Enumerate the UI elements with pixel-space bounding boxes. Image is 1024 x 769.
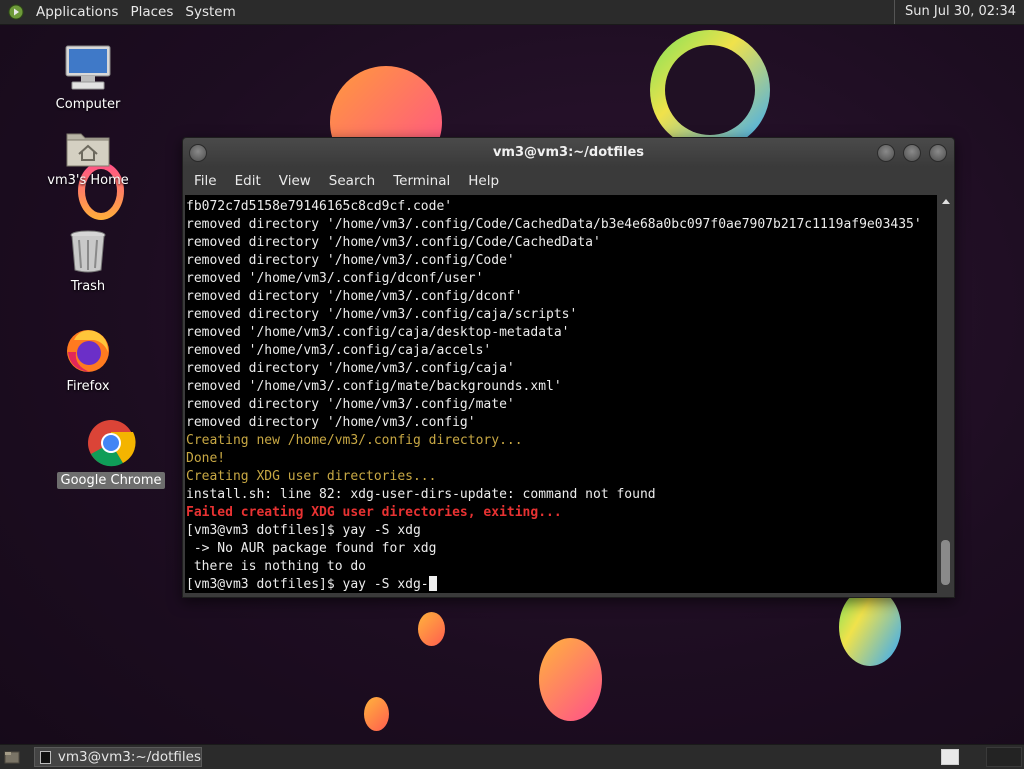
wallpaper-blob (418, 612, 445, 646)
desktop-icon-label: vm3's Home (47, 173, 129, 188)
scrollbar-thumb[interactable] (941, 540, 950, 585)
top-panel: Applications Places System Sun Jul 30, 0… (0, 0, 1024, 25)
menu-file[interactable]: File (183, 173, 226, 189)
terminal-line-text: removed directory '/home/vm3/.config/Cod… (186, 253, 515, 268)
terminal-line-text: removed directory '/home/vm3/.config/Cod… (186, 217, 922, 232)
terminal-line: removed '/home/vm3/.config/dconf/user' (186, 270, 937, 288)
places-menu[interactable]: Places (124, 4, 179, 20)
terminal-line-text: removed '/home/vm3/.config/dconf/user' (186, 271, 484, 286)
terminal-icon (40, 750, 51, 764)
system-menu[interactable]: System (179, 4, 241, 20)
mate-logo-icon[interactable] (8, 4, 24, 20)
desktop-icon-label: Computer (55, 97, 121, 112)
computer-icon (65, 45, 111, 90)
terminal-line: there is nothing to do (186, 558, 937, 576)
terminal-line-text: removed '/home/vm3/.config/caja/desktop-… (186, 325, 570, 340)
terminal-output[interactable]: fb072c7d5158e79146165c8cd9cf.code' remove… (185, 195, 937, 593)
terminal-line-text: removed directory '/home/vm3/.config/mat… (186, 397, 515, 412)
terminal-line: removed directory '/home/vm3/.config/Cod… (186, 234, 937, 252)
show-desktop-icon[interactable] (4, 749, 20, 765)
terminal-line: Done! (186, 450, 937, 468)
text-cursor (428, 576, 437, 591)
menu-help[interactable]: Help (459, 173, 508, 189)
firefox-icon (67, 330, 109, 372)
terminal-line: removed directory '/home/vm3/.config/dco… (186, 288, 937, 306)
terminal-line-text: removed '/home/vm3/.config/caja/accels' (186, 343, 492, 358)
terminal-line: removed '/home/vm3/.config/mate/backgrou… (186, 378, 937, 396)
terminal-line: Failed creating XDG user directories, ex… (186, 504, 937, 522)
terminal-line: [vm3@vm3 dotfiles]$ yay -S xdg- (186, 576, 937, 593)
window-titlebar[interactable]: vm3@vm3:~/dotfiles (183, 138, 954, 167)
desktop-icon-trash[interactable]: Trash (43, 228, 133, 295)
desktop-icon-label: Trash (70, 279, 106, 294)
terminal-line: [vm3@vm3 dotfiles]$ yay -S xdg (186, 522, 937, 540)
terminal-line: removed directory '/home/vm3/.config' (186, 414, 937, 432)
terminal-line: Creating XDG user directories... (186, 468, 937, 486)
terminal-line: -> No AUR package found for xdg (186, 540, 937, 558)
desktop-icon-home[interactable]: vm3's Home (43, 128, 133, 189)
terminal-line: removed directory '/home/vm3/.config/caj… (186, 306, 937, 324)
minimize-button[interactable] (877, 144, 895, 162)
terminal-line-text: Creating new /home/vm3/.config directory… (186, 433, 523, 448)
terminal-line: removed directory '/home/vm3/.config/Cod… (186, 216, 937, 234)
menu-edit[interactable]: Edit (226, 173, 270, 189)
window-title: vm3@vm3:~/dotfiles (492, 145, 645, 160)
terminal-line-text: install.sh: line 82: xdg-user-dirs-updat… (186, 487, 656, 502)
desktop-icon-firefox[interactable]: Firefox (43, 326, 133, 395)
workspace-switcher[interactable] (941, 749, 959, 765)
taskbar-button-terminal[interactable]: vm3@vm3:~/dotfiles (34, 747, 202, 767)
terminal-line-text: [vm3@vm3 dotfiles]$ yay -S xdg- (186, 577, 429, 592)
trash-icon (70, 230, 106, 273)
terminal-line-text: [vm3@vm3 dotfiles]$ yay -S xdg (186, 523, 421, 538)
terminal-line-text: Done! (186, 451, 226, 466)
terminal-lines: fb072c7d5158e79146165c8cd9cf.code' remove… (186, 198, 937, 593)
terminal-line: removed directory '/home/vm3/.config/mat… (186, 396, 937, 414)
menu-view[interactable]: View (270, 173, 320, 189)
terminal-line-text: fb072c7d5158e79146165c8cd9cf.code' (186, 199, 453, 214)
clock[interactable]: Sun Jul 30, 02:34 (894, 0, 1020, 24)
terminal-line: fb072c7d5158e79146165c8cd9cf.code' (186, 198, 937, 216)
wallpaper-ring (650, 30, 770, 150)
terminal-line-text: removed directory '/home/vm3/.config' (186, 415, 476, 430)
terminal-line-text: removed directory '/home/vm3/.config/caj… (186, 361, 515, 376)
terminal-scrollbar[interactable] (939, 195, 952, 593)
desktop-icon-label: Google Chrome (56, 472, 166, 489)
terminal-line: removed '/home/vm3/.config/caja/accels' (186, 342, 937, 360)
terminal-line: removed '/home/vm3/.config/caja/desktop-… (186, 324, 937, 342)
terminal-line: removed directory '/home/vm3/.config/Cod… (186, 252, 937, 270)
terminal-menubar: File Edit View Search Terminal Help (183, 167, 954, 195)
terminal-line: install.sh: line 82: xdg-user-dirs-updat… (186, 486, 937, 504)
wallpaper-blob (539, 638, 602, 721)
taskbar-button-label: vm3@vm3:~/dotfiles (57, 749, 201, 765)
terminal-line: removed directory '/home/vm3/.config/caj… (186, 360, 937, 378)
close-button[interactable] (929, 144, 947, 162)
maximize-button[interactable] (903, 144, 921, 162)
terminal-line-text: there is nothing to do (186, 559, 367, 574)
wallpaper-blob (364, 697, 389, 731)
scroll-up-arrow-icon[interactable] (942, 199, 950, 204)
desktop-icon-google-chrome[interactable]: Google Chrome (56, 418, 166, 489)
desktop-icon-computer[interactable]: Computer (43, 44, 133, 113)
panel-tray-area (986, 747, 1022, 767)
terminal-line-text: removed '/home/vm3/.config/mate/backgrou… (186, 379, 562, 394)
menu-search[interactable]: Search (320, 173, 384, 189)
terminal-line-text: Failed creating XDG user directories, ex… (186, 505, 562, 520)
terminal-line-text: removed directory '/home/vm3/.config/Cod… (186, 235, 601, 250)
bottom-panel: vm3@vm3:~/dotfiles (0, 744, 1024, 769)
terminal-line-text: removed directory '/home/vm3/.config/dco… (186, 289, 523, 304)
terminal-line-text: -> No AUR package found for xdg (186, 541, 437, 556)
terminal-line-text: removed directory '/home/vm3/.config/caj… (186, 307, 578, 322)
applications-menu[interactable]: Applications (30, 4, 124, 20)
terminal-line-text: Creating XDG user directories... (186, 469, 437, 484)
terminal-window[interactable]: vm3@vm3:~/dotfiles File Edit View Search… (182, 137, 955, 598)
wallpaper-blob (839, 588, 901, 666)
menu-terminal[interactable]: Terminal (384, 173, 459, 189)
terminal-line: Creating new /home/vm3/.config directory… (186, 432, 937, 450)
chrome-icon (88, 420, 136, 467)
desktop-icon-label: Firefox (66, 379, 110, 394)
home-folder-icon (66, 133, 110, 167)
